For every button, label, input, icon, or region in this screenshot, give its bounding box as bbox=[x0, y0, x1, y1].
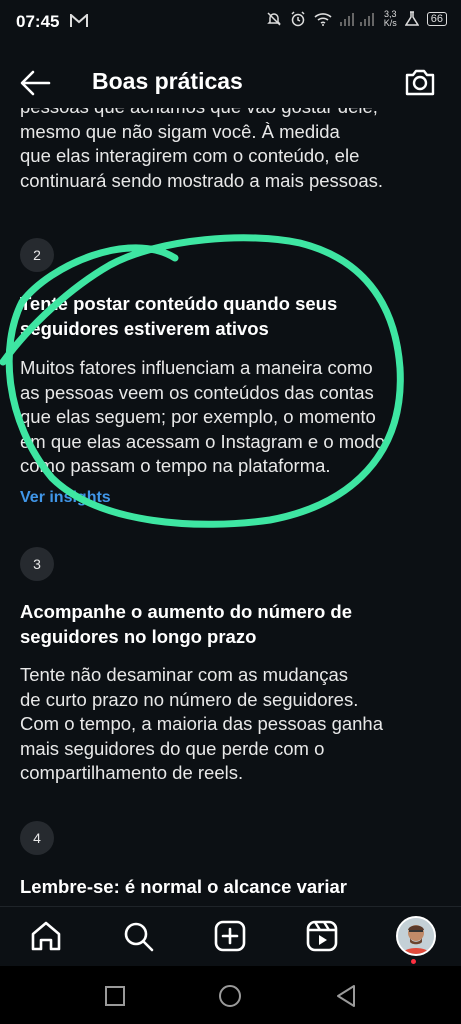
tip-title: Tente postar conteúdo quando seus seguid… bbox=[20, 292, 440, 341]
app-bar: Boas práticas bbox=[0, 56, 461, 108]
wifi-icon bbox=[314, 13, 332, 26]
reels-icon[interactable] bbox=[305, 919, 339, 953]
view-insights-link[interactable]: Ver insights bbox=[20, 489, 111, 507]
profile-photo-icon bbox=[398, 918, 434, 954]
step-number-badge: 4 bbox=[20, 821, 54, 855]
system-back-icon[interactable] bbox=[332, 982, 360, 1010]
status-bar: 07:45 3,3 K/s 66 bbox=[0, 0, 461, 46]
create-post-icon[interactable] bbox=[213, 919, 247, 953]
text-line: de curto prazo no número de seguidores. bbox=[20, 688, 359, 710]
text-line: Tente postar conteúdo quando seus bbox=[20, 293, 338, 314]
text-line: compartilhamento de reels. bbox=[20, 762, 244, 783]
tip-title: Lembre-se: é normal o alcance variar bbox=[20, 875, 440, 900]
text-line: seguidores no longo prazo bbox=[20, 625, 257, 647]
alarm-icon bbox=[291, 11, 305, 27]
text-line: mesmo que não sigam você. À medida bbox=[20, 120, 340, 142]
recent-apps-icon[interactable] bbox=[101, 982, 129, 1010]
text-line: Lembre-se: é normal o alcance variar bbox=[20, 876, 347, 897]
tip-body: Muitos fatores influenciam a maneira com… bbox=[20, 356, 440, 479]
intro-paragraph: pessoas que achamos que vão gostar dele,… bbox=[20, 108, 440, 193]
home-button-icon[interactable] bbox=[216, 982, 244, 1010]
flask-icon bbox=[404, 11, 419, 26]
data-rate: 3,3 K/s bbox=[384, 10, 397, 28]
text-line: as pessoas veem os conteúdos das contas bbox=[20, 381, 374, 403]
status-time: 07:45 bbox=[16, 12, 60, 31]
text-line: continuará sendo mostrado a mais pessoas… bbox=[20, 169, 384, 191]
text-line: como passam o tempo na plataforma. bbox=[20, 455, 331, 476]
text-line: pessoas que achamos que vão gostar dele, bbox=[20, 108, 440, 120]
text-line: que elas interagirem com o conteúdo, ele bbox=[20, 145, 360, 166]
content-scroll[interactable]: pessoas que achamos que vão gostar dele,… bbox=[0, 108, 461, 908]
home-icon[interactable] bbox=[29, 919, 63, 953]
data-rate-unit: K/s bbox=[383, 18, 397, 28]
tip-title: Acompanhe o aumento do número de seguido… bbox=[20, 600, 440, 649]
text-line: que elas seguem; por exemplo, o momento bbox=[20, 406, 376, 427]
text-line: Tente não desaminar com as mudanças bbox=[20, 664, 349, 685]
profile-avatar[interactable] bbox=[396, 916, 436, 956]
battery-indicator: 66 bbox=[426, 12, 447, 26]
bottom-navigation bbox=[0, 906, 461, 967]
camera-icon[interactable] bbox=[403, 66, 437, 98]
text-line: Acompanhe o aumento do número de bbox=[20, 601, 352, 622]
system-navigation-bar bbox=[0, 966, 461, 1024]
gmail-icon bbox=[70, 14, 88, 27]
back-arrow-icon[interactable] bbox=[18, 68, 52, 98]
text-line: seguidores estiverem ativos bbox=[20, 317, 269, 339]
search-icon[interactable] bbox=[121, 919, 155, 953]
text-line: mais seguidores do que perde com o bbox=[20, 737, 325, 759]
page-title: Boas práticas bbox=[92, 68, 243, 94]
text-line: Com o tempo, a maioria das pessoas ganha bbox=[20, 713, 384, 734]
step-number-badge: 2 bbox=[20, 238, 54, 272]
mute-notifications-icon bbox=[266, 12, 281, 26]
text-line: em que elas acessam o Instagram e o modo bbox=[20, 430, 386, 452]
tip-body: Tente não desaminar com as mudanças de c… bbox=[20, 663, 440, 786]
text-line: Muitos fatores influenciam a maneira com… bbox=[20, 357, 373, 378]
notification-dot bbox=[411, 959, 416, 964]
signal-icon bbox=[339, 13, 374, 26]
step-number-badge: 3 bbox=[20, 547, 54, 581]
